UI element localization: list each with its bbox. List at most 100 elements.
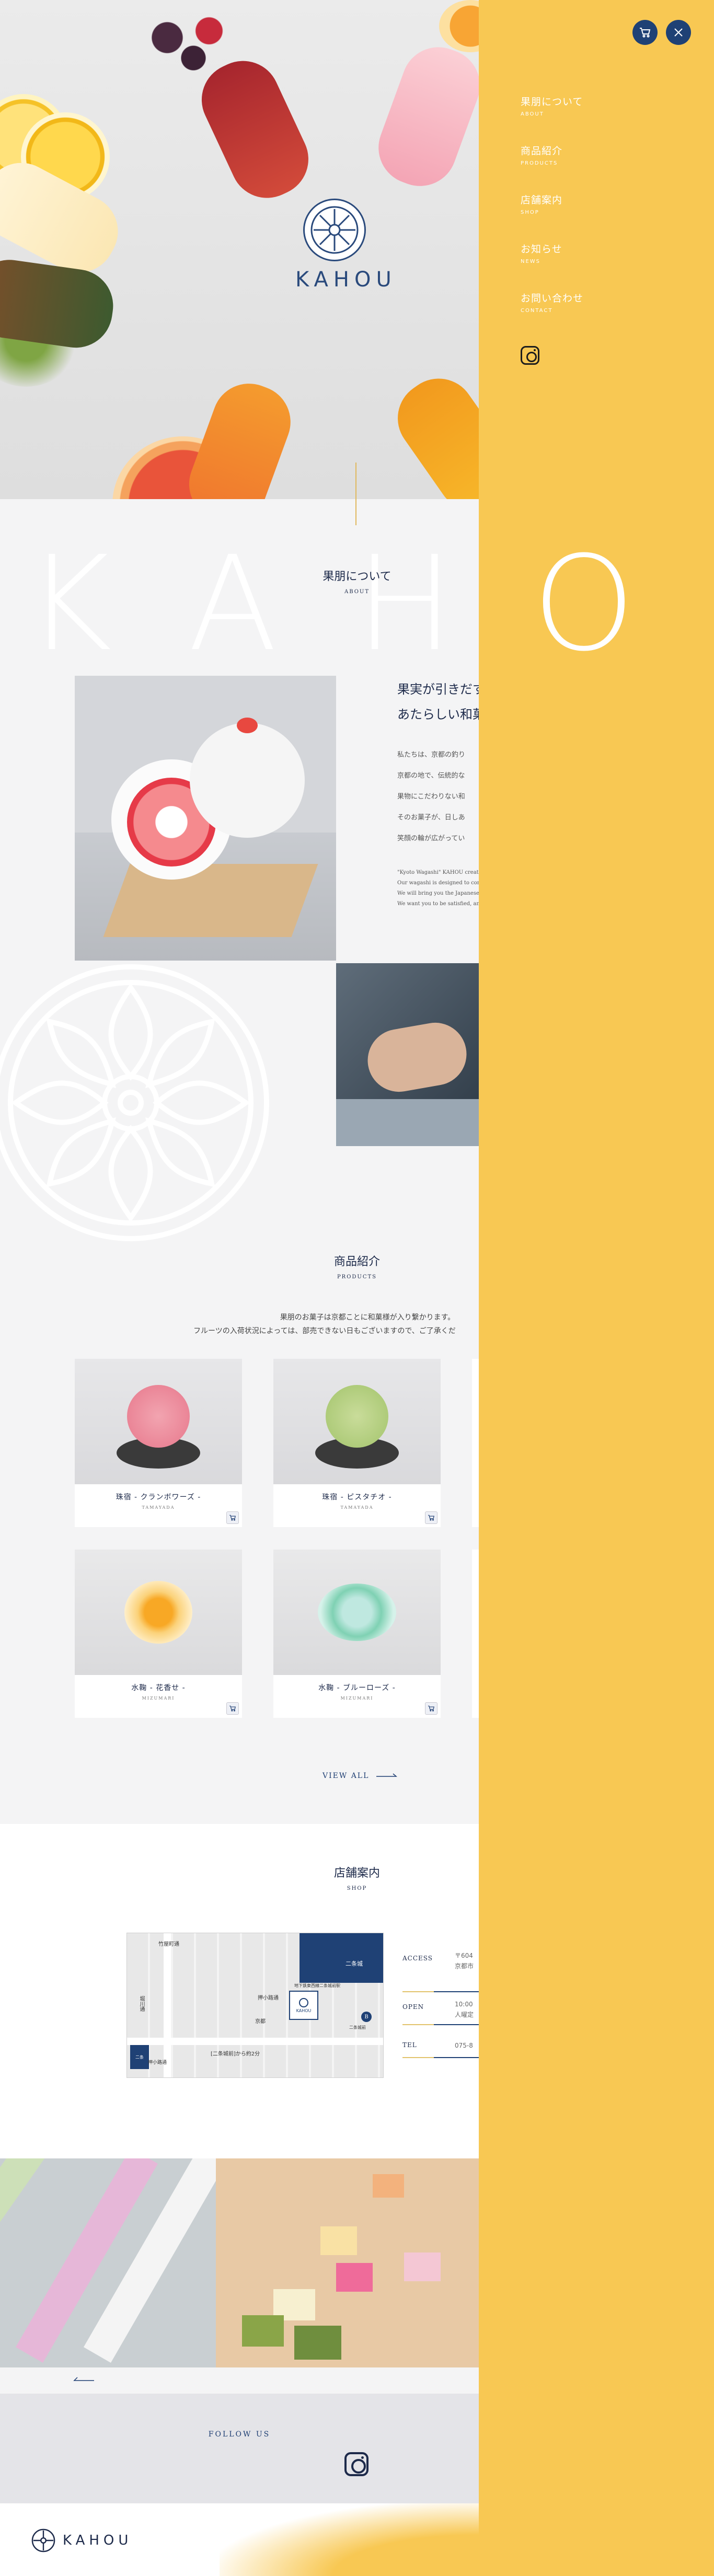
product-name: 珠宿 - クランボワーズ - <box>116 1493 201 1501</box>
cart-icon <box>428 1515 434 1521</box>
nav-item-sublabel: PRODUCTS <box>521 160 558 166</box>
menu-panel: 果朋について ABOUT 商品紹介 PRODUCTS 店舗案内 SHOP お知ら… <box>479 0 714 2576</box>
close-menu-button[interactable] <box>666 20 691 45</box>
about-title-en: ABOUT <box>344 589 370 595</box>
about-body: 私たちは、京都の釣り 京都の地で、伝統的な 果物にこだわりない和 そのお菓子が、… <box>397 745 479 849</box>
nav-item-sublabel: SHOP <box>521 210 539 215</box>
kahou-emblem-icon <box>299 1997 308 2007</box>
about-body-en: "Kyoto Wagashi" KAHOU create Our wagashi… <box>397 868 479 909</box>
follow-title: FOLLOW US <box>208 2430 271 2439</box>
about-body-en-line: Our wagashi is designed to con <box>397 880 479 886</box>
view-all-link[interactable]: VIEW ALL <box>323 1772 398 1780</box>
about-title: 果朋について ABOUT <box>279 567 435 595</box>
divider-line <box>355 463 356 525</box>
map-shop-name: KAHOU <box>296 2008 312 2013</box>
nav-item-products[interactable]: 商品紹介 PRODUCTS <box>521 143 583 166</box>
popsicle-orange <box>179 373 301 499</box>
about-headline-line: あたらしい和菓 <box>397 707 479 722</box>
kahou-emblem-icon <box>303 199 366 261</box>
footer-logo[interactable]: KAHOU <box>31 2528 132 2552</box>
products-intro-line: フルーツの入荷状況によっては、部売できない日もございますので、ご了承くだ <box>193 1327 456 1335</box>
about-body-line: 果物にこだわりない和 <box>397 793 465 801</box>
shop-title-en: SHOP <box>347 1886 367 1891</box>
popsicle-pink <box>368 37 479 197</box>
view-all-label: VIEW ALL <box>323 1772 370 1780</box>
shop-divider <box>402 2057 479 2058</box>
shop-value: 〒604 京都市 <box>455 1950 474 1971</box>
follow-section: FOLLOW US <box>0 2394 479 2503</box>
add-to-cart-button[interactable] <box>226 1511 239 1524</box>
gallery-image-jelly <box>216 2158 479 2367</box>
cart-button[interactable] <box>632 20 658 45</box>
about-headline-line: 果実が引きだす <box>397 682 479 697</box>
nav-item-label: 店舗案内 <box>521 194 563 206</box>
shop-value-line: 075-8 <box>455 2042 473 2049</box>
product-card-partial <box>472 1359 479 1527</box>
product-image <box>75 1550 242 1675</box>
shop-title-jp: 店舗案内 <box>333 1867 380 1880</box>
product-image <box>273 1359 441 1484</box>
shop-divider <box>402 2024 479 2025</box>
map-label-landmark: 京都 <box>255 2019 266 2025</box>
hero-image: KAHOU <box>0 0 479 499</box>
orange-slice <box>439 0 479 52</box>
nav-item-news[interactable]: お知らせ NEWS <box>521 241 583 264</box>
about-body-en-line: We want you to be satisfied, an <box>397 901 479 907</box>
products-intro-line: 果朋のお菓子は京都ことに和菓様が入り繋かります。 <box>280 1313 455 1322</box>
product-image <box>273 1550 441 1675</box>
product-name: 水鞠 - ブルーローズ - <box>318 1684 396 1692</box>
about-body-en-line: "Kyoto Wagashi" KAHOU create <box>397 870 479 875</box>
map-shop-marker: KAHOU <box>289 1991 318 2020</box>
products-title: 商品紹介 PRODUCTS <box>279 1252 435 1280</box>
shop-value: 10:00 人曜定 <box>455 1999 474 2020</box>
map-label-route: [二条城前]から約2分 <box>211 2051 260 2057</box>
about-body-line: そのお菓子が、日しあ <box>397 814 465 822</box>
popsicle-mango <box>383 364 479 499</box>
shop-map[interactable]: 二条城 竹屋町通 [二条城前]から約2分 堀川通 押小路通 地下鉄東西線二条城前… <box>126 1933 384 2078</box>
shop-value-line: 10:00 <box>455 2001 473 2008</box>
nav-item-about[interactable]: 果朋について ABOUT <box>521 94 583 117</box>
gallery-prev-button[interactable] <box>73 2376 94 2383</box>
cart-icon <box>428 1705 434 1712</box>
nav-item-shop[interactable]: 店舗案内 SHOP <box>521 192 583 215</box>
nav-item-label: 商品紹介 <box>521 145 563 157</box>
product-sub: MIZUMARI <box>340 1696 374 1701</box>
add-to-cart-button[interactable] <box>425 1702 437 1715</box>
map-label-west: 堀川通 <box>139 1996 144 2012</box>
map-label-subway: 地下鉄東西線二条城前駅 <box>294 1983 340 1988</box>
instagram-icon[interactable] <box>521 346 539 365</box>
nav-item-label: お問い合わせ <box>521 293 584 304</box>
main-nav: 果朋について ABOUT 商品紹介 PRODUCTS 店舗案内 SHOP お知ら… <box>521 94 583 340</box>
product-sub: TAMAYADA <box>340 1505 374 1510</box>
shop-value-line: 〒604 <box>455 1952 473 1959</box>
add-to-cart-button[interactable] <box>226 1702 239 1715</box>
product-card[interactable]: 水鞠 - 花香せ - MIZUMARI <box>75 1550 242 1718</box>
cart-icon <box>229 1515 236 1521</box>
hero-brand-text: KAHOU <box>295 268 397 292</box>
about-body-line: 私たちは、京都の釣り <box>397 751 466 759</box>
kahou-watermark-icon <box>0 964 269 1241</box>
product-sub: TAMAYADA <box>142 1505 175 1510</box>
cart-icon <box>640 28 651 38</box>
nav-item-sublabel: CONTACT <box>521 308 553 314</box>
product-card[interactable]: 珠宿 - クランボワーズ - TAMAYADA <box>75 1359 242 1527</box>
product-card-partial <box>472 1550 479 1718</box>
nav-item-sublabel: NEWS <box>521 259 541 264</box>
arrow-left-icon <box>73 2377 94 2381</box>
shop-title: 店舗案内 SHOP <box>279 1864 435 1891</box>
nav-item-contact[interactable]: お問い合わせ CONTACT <box>521 291 583 314</box>
products-intro: 果朋のお菓子は京都ことに和菓様が入り繋かります。 フルーツの入荷状況によっては、… <box>193 1311 479 1338</box>
map-label-cross: 押小路通 <box>258 1995 279 2001</box>
map-label-south: 押小路通 <box>148 2060 167 2065</box>
bus-icon: B <box>361 2012 372 2022</box>
product-card[interactable]: 珠宿 - ピスタチオ - TAMAYADA <box>273 1359 441 1527</box>
nav-item-label: お知らせ <box>521 244 562 255</box>
add-to-cart-button[interactable] <box>425 1511 437 1524</box>
instagram-icon[interactable] <box>344 2452 368 2476</box>
gallery-image-sticks <box>0 2158 216 2367</box>
shop-value-line: 人曜定 <box>455 2011 474 2018</box>
hero-logo: KAHOU <box>295 199 397 292</box>
about-headline: 果実が引きだす あたらしい和菓 <box>397 677 479 727</box>
product-card[interactable]: 水鞠 - ブルーローズ - MIZUMARI <box>273 1550 441 1718</box>
product-image <box>75 1359 242 1484</box>
